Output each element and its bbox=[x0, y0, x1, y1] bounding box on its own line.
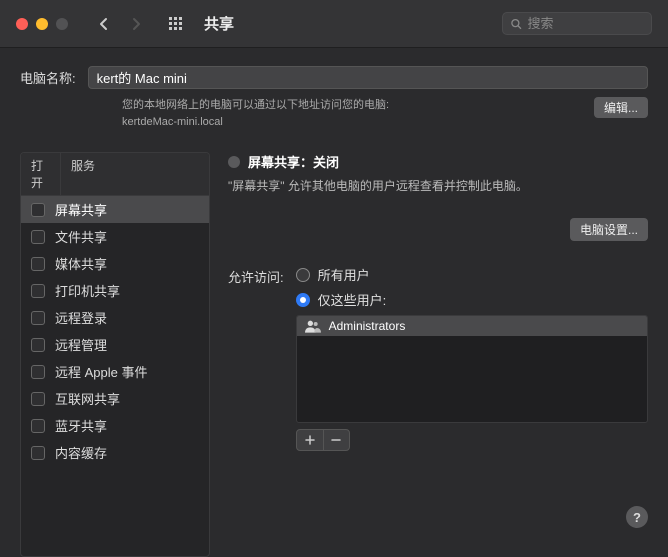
access-options: 所有用户 仅这些用户: Administrat bbox=[296, 265, 648, 451]
plus-icon bbox=[305, 435, 315, 445]
checkbox[interactable] bbox=[31, 392, 45, 406]
user-row[interactable]: Administrators bbox=[297, 316, 647, 336]
hostname-row: 您的本地网络上的电脑可以通过以下地址访问您的电脑: kertdeMac-mini… bbox=[20, 97, 648, 130]
checkbox[interactable] bbox=[31, 419, 45, 433]
radio-all-users[interactable] bbox=[296, 268, 310, 282]
checkbox[interactable] bbox=[31, 311, 45, 325]
checkbox[interactable] bbox=[31, 284, 45, 298]
services-table: 打开 服务 屏幕共享 文件共享 媒体共享 打印机共享 远程登录 远程管理 远程 … bbox=[20, 152, 210, 557]
help-button[interactable]: ? bbox=[626, 506, 648, 528]
zoom-window-button[interactable] bbox=[56, 18, 68, 30]
column-on[interactable]: 打开 bbox=[21, 153, 61, 195]
main-area: 打开 服务 屏幕共享 文件共享 媒体共享 打印机共享 远程登录 远程管理 远程 … bbox=[20, 152, 648, 557]
status-row: 屏幕共享：关闭 bbox=[228, 152, 648, 171]
show-all-button[interactable] bbox=[164, 12, 188, 36]
hostname-text: 您的本地网络上的电脑可以通过以下地址访问您的电脑: kertdeMac-mini… bbox=[122, 97, 582, 130]
service-row-remote-management[interactable]: 远程管理 bbox=[21, 331, 209, 358]
computer-name-input[interactable] bbox=[88, 66, 648, 89]
checkbox[interactable] bbox=[31, 257, 45, 271]
service-label: 远程 Apple 事件 bbox=[55, 362, 147, 381]
users-list[interactable]: Administrators bbox=[296, 315, 648, 423]
service-row-remote-apple-events[interactable]: 远程 Apple 事件 bbox=[21, 358, 209, 385]
status-indicator-off bbox=[228, 156, 240, 168]
window-controls bbox=[16, 18, 68, 30]
service-row-printer-sharing[interactable]: 打印机共享 bbox=[21, 277, 209, 304]
radio-only-users-row[interactable]: 仅这些用户: bbox=[296, 290, 648, 309]
user-name: Administrators bbox=[329, 319, 406, 333]
search-input[interactable] bbox=[528, 16, 644, 31]
allow-access-section: 允许访问: 所有用户 仅这些用户: bbox=[228, 265, 648, 451]
detail-pane: 屏幕共享：关闭 "屏幕共享" 允许其他电脑的用户远程查看并控制此电脑。 电脑设置… bbox=[228, 152, 648, 451]
checkbox[interactable] bbox=[31, 446, 45, 460]
window-title: 共享 bbox=[204, 13, 234, 34]
column-service[interactable]: 服务 bbox=[61, 153, 105, 195]
service-row-bluetooth-sharing[interactable]: 蓝牙共享 bbox=[21, 412, 209, 439]
service-label: 打印机共享 bbox=[55, 281, 120, 300]
chevron-left-icon bbox=[99, 17, 109, 31]
forward-button[interactable] bbox=[124, 12, 148, 36]
computer-name-row: 电脑名称: bbox=[20, 66, 648, 89]
back-button[interactable] bbox=[92, 12, 116, 36]
service-label: 蓝牙共享 bbox=[55, 416, 107, 435]
add-user-button[interactable] bbox=[297, 430, 323, 450]
radio-label: 仅这些用户: bbox=[318, 290, 387, 309]
status-title: 屏幕共享：关闭 bbox=[248, 152, 339, 171]
content: 电脑名称: 您的本地网络上的电脑可以通过以下地址访问您的电脑: kertdeMa… bbox=[0, 48, 668, 557]
titlebar: 共享 bbox=[0, 0, 668, 48]
service-label: 远程管理 bbox=[55, 335, 107, 354]
search-box[interactable] bbox=[502, 12, 652, 35]
service-row-media-sharing[interactable]: 媒体共享 bbox=[21, 250, 209, 277]
user-list-buttons bbox=[296, 429, 350, 451]
services-header: 打开 服务 bbox=[21, 153, 209, 196]
service-label: 内容缓存 bbox=[55, 443, 107, 462]
minimize-window-button[interactable] bbox=[36, 18, 48, 30]
edit-hostname-button[interactable]: 编辑... bbox=[594, 97, 648, 118]
computer-settings-row: 电脑设置... bbox=[228, 218, 648, 241]
service-label: 文件共享 bbox=[55, 227, 107, 246]
grid-icon bbox=[168, 16, 184, 32]
chevron-right-icon bbox=[131, 17, 141, 31]
radio-label: 所有用户 bbox=[318, 265, 370, 284]
service-label: 互联网共享 bbox=[55, 389, 120, 408]
service-row-remote-login[interactable]: 远程登录 bbox=[21, 304, 209, 331]
remove-user-button[interactable] bbox=[323, 430, 349, 450]
service-label: 媒体共享 bbox=[55, 254, 107, 273]
search-icon bbox=[511, 18, 522, 30]
hostname-line2: kertdeMac-mini.local bbox=[122, 116, 223, 128]
minus-icon bbox=[331, 435, 341, 445]
service-row-file-sharing[interactable]: 文件共享 bbox=[21, 223, 209, 250]
radio-only-users[interactable] bbox=[296, 293, 310, 307]
service-row-internet-sharing[interactable]: 互联网共享 bbox=[21, 385, 209, 412]
service-label: 屏幕共享 bbox=[55, 200, 107, 219]
service-label: 远程登录 bbox=[55, 308, 107, 327]
checkbox[interactable] bbox=[31, 338, 45, 352]
radio-all-users-row[interactable]: 所有用户 bbox=[296, 265, 648, 284]
users-group-icon bbox=[305, 319, 321, 333]
close-window-button[interactable] bbox=[16, 18, 28, 30]
allow-access-label: 允许访问: bbox=[228, 265, 284, 286]
computer-name-label: 电脑名称: bbox=[20, 68, 76, 87]
service-description: "屏幕共享" 允许其他电脑的用户远程查看并控制此电脑。 bbox=[228, 177, 648, 194]
checkbox[interactable] bbox=[31, 203, 45, 217]
services-list: 屏幕共享 文件共享 媒体共享 打印机共享 远程登录 远程管理 远程 Apple … bbox=[21, 196, 209, 466]
service-row-content-caching[interactable]: 内容缓存 bbox=[21, 439, 209, 466]
checkbox[interactable] bbox=[31, 365, 45, 379]
computer-settings-button[interactable]: 电脑设置... bbox=[570, 218, 648, 241]
service-row-screen-sharing[interactable]: 屏幕共享 bbox=[21, 196, 209, 223]
checkbox[interactable] bbox=[31, 230, 45, 244]
hostname-line1: 您的本地网络上的电脑可以通过以下地址访问您的电脑: bbox=[122, 99, 389, 111]
